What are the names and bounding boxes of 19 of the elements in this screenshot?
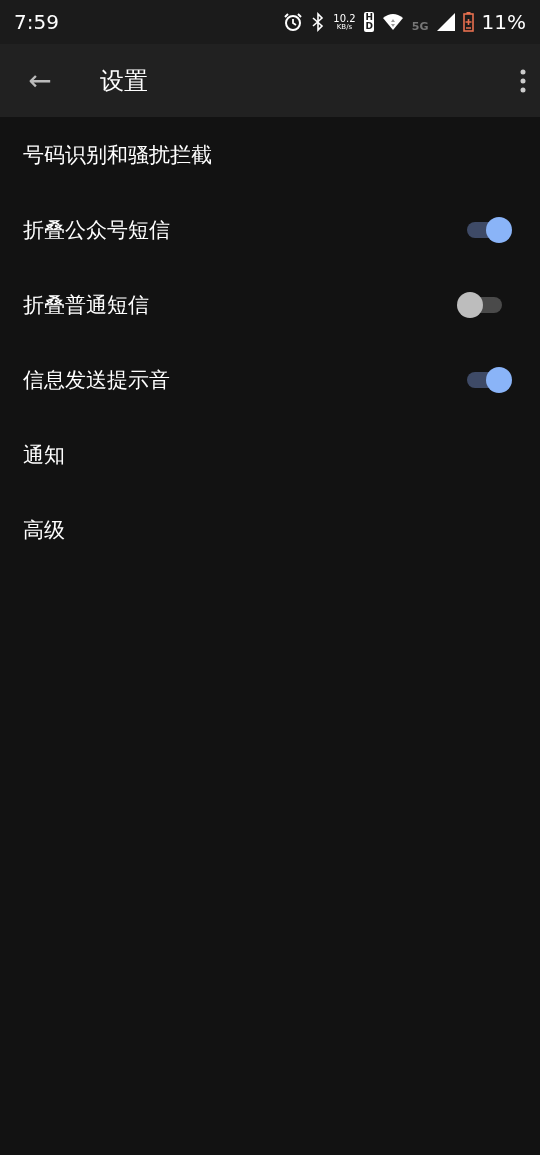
battery-percent: 11% (481, 10, 526, 34)
clock-time: 7:59 (14, 10, 60, 34)
signal-icon (436, 13, 455, 31)
network-type: 5G (411, 20, 429, 33)
setting-label[interactable]: 折叠普通短信 (23, 290, 149, 319)
wifi-icon (381, 13, 404, 31)
more-options-icon[interactable] (520, 68, 526, 93)
setting-label[interactable]: 通知 (23, 440, 65, 469)
network-speed: 10.2 (333, 13, 356, 24)
setting-label[interactable]: 高级 (23, 515, 65, 544)
back-button[interactable]: ← (24, 64, 56, 97)
hd-badge: HD (363, 12, 374, 32)
setting-label[interactable]: 信息发送提示音 (23, 365, 170, 394)
setting-label[interactable]: 号码识别和骚扰拦截 (23, 140, 212, 169)
setting-label[interactable]: 折叠公众号短信 (23, 215, 170, 244)
bluetooth-icon (311, 12, 326, 32)
page-title: 设置 (100, 65, 149, 97)
alarm-icon (283, 12, 304, 32)
battery-icon (462, 12, 474, 32)
